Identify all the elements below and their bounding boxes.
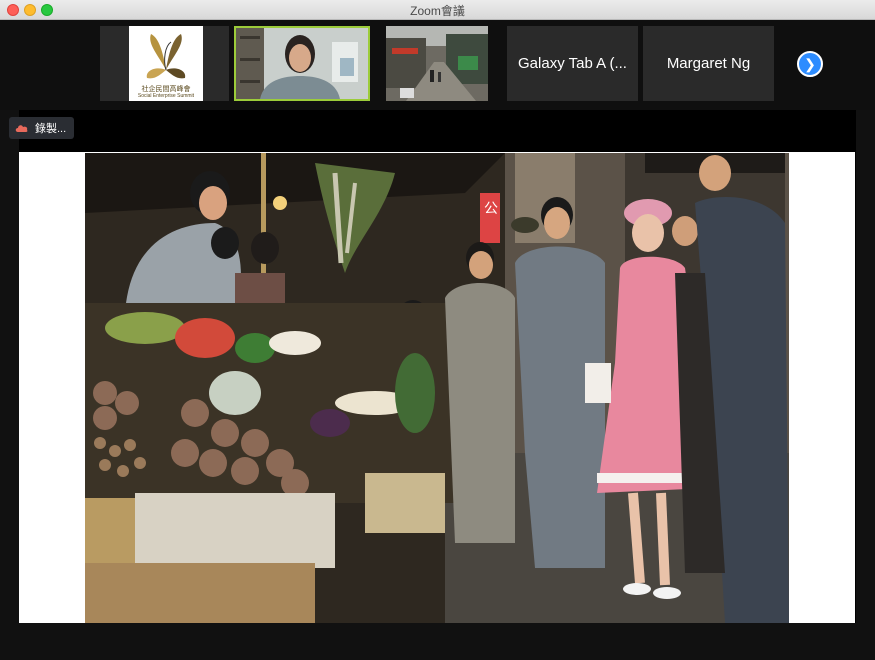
market-photo: 公	[85, 153, 789, 623]
participant-tile-galaxy-tab[interactable]: Galaxy Tab A (...	[507, 26, 638, 101]
participant-name: Galaxy Tab A (...	[518, 55, 627, 72]
webcam-video	[236, 28, 368, 99]
window-title: Zoom會議	[410, 4, 465, 18]
participant-name: Margaret Ng	[666, 55, 751, 72]
title-bar: Zoom會議	[0, 0, 875, 20]
shared-photo: 公	[85, 153, 789, 623]
participant-tile-active-speaker[interactable]	[234, 26, 370, 101]
recording-indicator[interactable]: 錄製...	[9, 117, 74, 139]
next-page-button[interactable]: ❯	[797, 51, 823, 77]
cloud-recording-icon	[15, 125, 28, 132]
participant-tile-margaret-ng[interactable]: Margaret Ng	[643, 26, 774, 101]
participant-tile-logo[interactable]: 社企民間高峰會 Social Enterprise Summit	[100, 26, 229, 101]
street-video	[386, 26, 488, 101]
org-logo: 社企民間高峰會 Social Enterprise Summit	[129, 26, 203, 101]
participant-tile-street[interactable]	[386, 26, 488, 101]
bottom-bar	[0, 623, 875, 660]
shop-sign-text: 公	[484, 201, 498, 217]
logo-text-en: Social Enterprise Summit	[137, 93, 195, 99]
participant-strip: 社企民間高峰會 Social Enterprise Summit Galaxy …	[0, 20, 875, 110]
chevron-right-icon: ❯	[804, 55, 816, 72]
recording-label: 錄製...	[35, 123, 67, 135]
